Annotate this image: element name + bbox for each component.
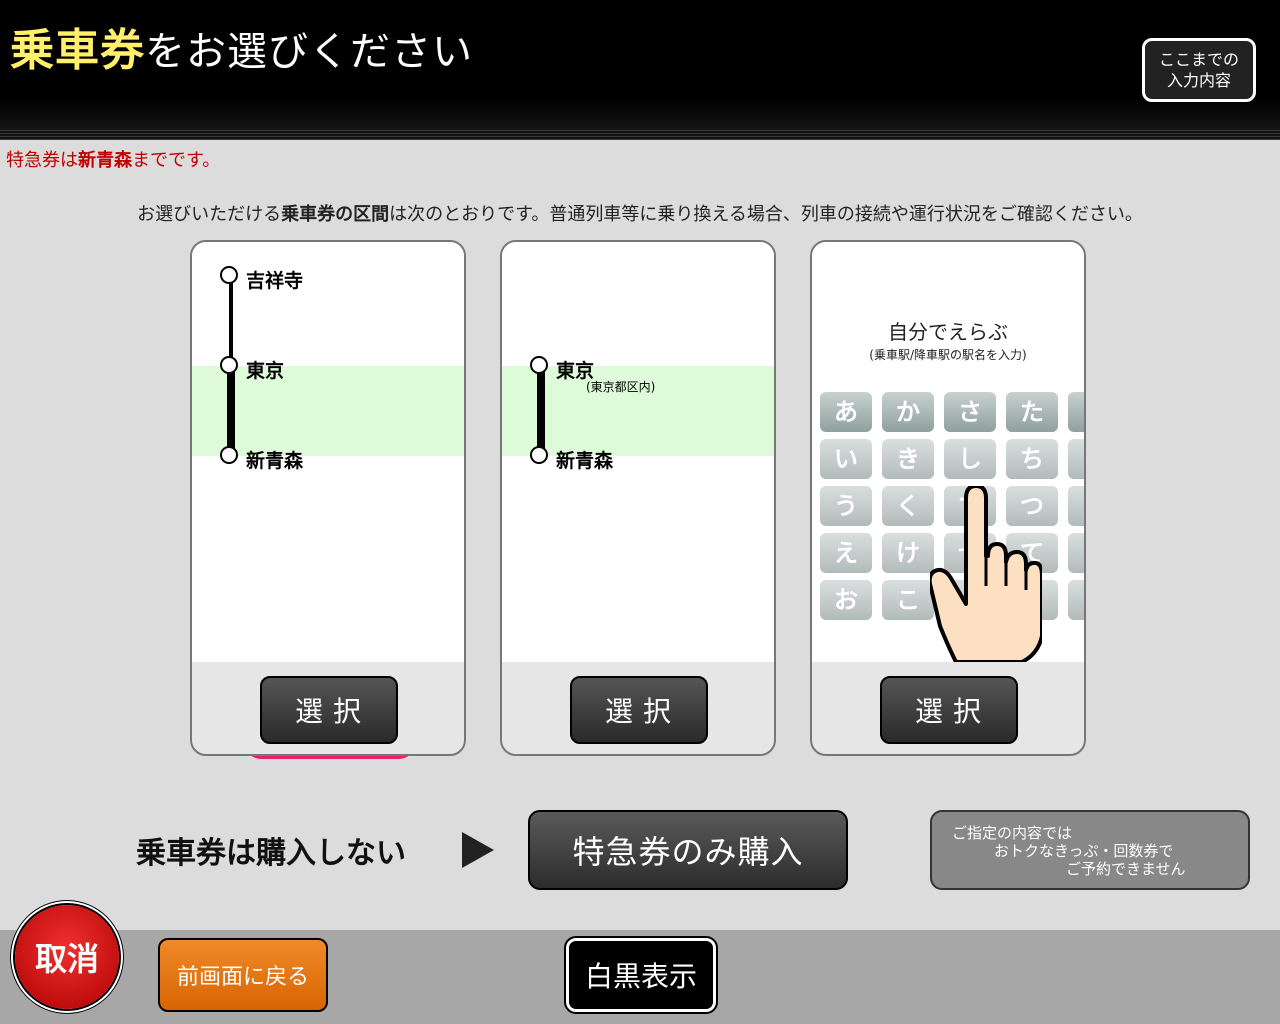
pointing-hand-icon — [930, 486, 1042, 662]
input-history-button[interactable]: ここまでの 入力内容 — [1142, 38, 1256, 102]
no-ticket-label: 乗車券は購入しない — [136, 836, 406, 871]
route-option-card-2[interactable]: 東京 (東京都区内) 新青森 選択 — [500, 240, 776, 756]
discount-message-line1: ご指定の内容では — [952, 824, 1073, 842]
kana-key: か — [882, 392, 934, 432]
station-area-note: (東京都区内) — [586, 380, 656, 394]
select-button-self[interactable]: 選択 — [880, 676, 1018, 744]
page-title-highlight: 乗車券 — [10, 25, 145, 76]
discount-message-line3: ご予約できません — [1066, 860, 1186, 878]
header-bar: 乗車券をお選びください ここまでの 入力内容 — [0, 0, 1280, 140]
express-notice: 特急券は新青森までです。 — [6, 146, 220, 172]
kana-key: ち — [1006, 439, 1058, 479]
route-line-thin — [229, 282, 233, 364]
station-label-origin: 吉祥寺 — [246, 270, 304, 292]
kana-key: し — [944, 439, 996, 479]
kana-key: う — [820, 486, 872, 526]
notice-station: 新青森 — [78, 150, 132, 171]
kana-key: さ — [944, 392, 996, 432]
kana-key — [1068, 580, 1084, 620]
kana-key: た — [1006, 392, 1058, 432]
discount-message-line2: おトクなきっぷ・回数券で — [994, 842, 1174, 860]
station-dot — [220, 266, 238, 284]
page-title: 乗車券をお選びください — [10, 14, 473, 78]
station-dot — [530, 356, 548, 374]
station-dot — [220, 356, 238, 374]
notice-prefix: 特急券は — [6, 150, 78, 171]
express-only-button[interactable]: 特急券のみ購入 — [528, 810, 848, 890]
kana-key — [1068, 533, 1084, 573]
page-title-rest: をお選びください — [145, 29, 473, 75]
kana-key — [1068, 486, 1084, 526]
kana-key: こ — [882, 580, 934, 620]
kana-key: い — [820, 439, 872, 479]
monochrome-toggle-button[interactable]: 白黒表示 — [564, 936, 718, 1014]
route-option-card-1[interactable]: 吉祥寺 東京 新青森 選択 — [190, 240, 466, 756]
kana-key: お — [820, 580, 872, 620]
station-dot — [530, 446, 548, 464]
kana-key: き — [882, 439, 934, 479]
instruction-text: お選びいただける乗車券の区間は次のとおりです。普通列車等に乗り換える場合、列車の… — [0, 200, 1280, 226]
station-dot — [220, 446, 238, 464]
station-label-transfer: 東京 — [246, 360, 285, 382]
input-history-line2: 入力内容 — [1166, 71, 1231, 90]
self-select-title: 自分でえらぶ — [888, 320, 1008, 344]
instruction-part1: お選びいただける — [137, 204, 282, 225]
card-content-area: 自分でえらぶ (乗車駅/降車駅の駅名を入力) あ か さ た い き し ち う… — [812, 242, 1084, 662]
self-select-subtitle: (乗車駅/降車駅の駅名を入力) — [869, 348, 1027, 362]
route-line-thick — [227, 372, 235, 454]
card-content-area: 吉祥寺 東京 新青森 — [192, 242, 464, 662]
route-option-card-self[interactable]: 自分でえらぶ (乗車駅/降車駅の駅名を入力) あ か さ た い き し ち う… — [810, 240, 1086, 756]
kana-key: く — [882, 486, 934, 526]
kana-key — [1068, 439, 1084, 479]
instruction-bold: 乗車券の区間 — [281, 204, 390, 225]
station-label-destination: 新青森 — [246, 450, 304, 472]
station-label-destination: 新青森 — [556, 450, 614, 472]
discount-unavailable-message: ご指定の内容では おトクなきっぷ・回数券で ご予約できません — [930, 810, 1250, 890]
select-button-2[interactable]: 選択 — [570, 676, 708, 744]
kana-key: け — [882, 533, 934, 573]
kana-key — [1068, 392, 1084, 432]
select-button-1[interactable]: 選択 — [260, 676, 398, 744]
cancel-button-label: 取消 — [15, 905, 119, 1009]
kana-key: あ — [820, 392, 872, 432]
back-button[interactable]: 前画面に戻る — [158, 938, 328, 1012]
card-content-area: 東京 (東京都区内) 新青森 — [502, 242, 774, 662]
notice-suffix: までです。 — [132, 150, 221, 171]
triangle-right-icon — [462, 832, 494, 868]
input-history-line1: ここまでの — [1158, 50, 1239, 69]
route-line-thick — [537, 372, 545, 454]
cancel-button[interactable]: 取消 — [10, 900, 124, 1014]
instruction-part2: は次のとおりです。普通列車等に乗り換える場合、列車の接続や運行状況をご確認くださ… — [389, 204, 1143, 225]
kana-key: え — [820, 533, 872, 573]
